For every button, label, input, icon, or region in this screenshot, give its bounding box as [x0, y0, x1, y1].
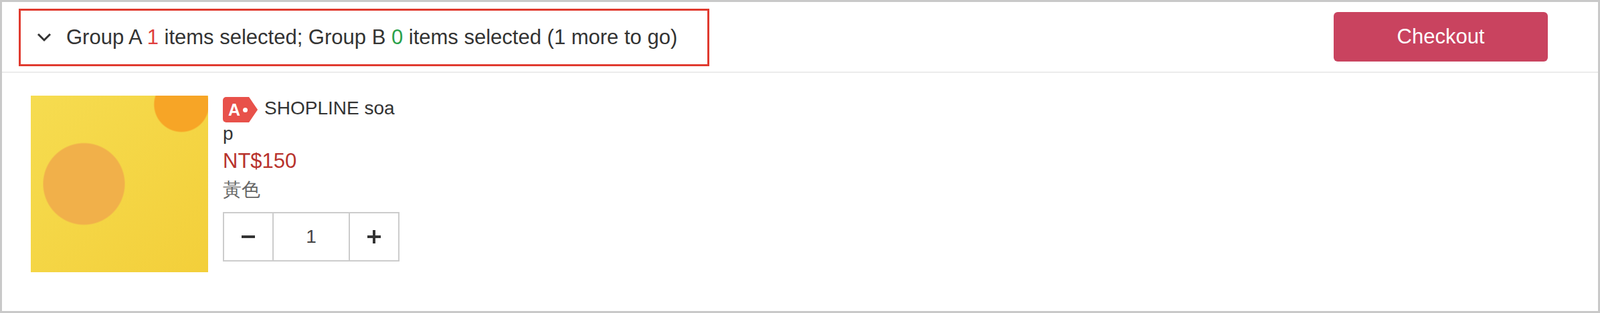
tag-dot	[242, 107, 248, 113]
group-summary[interactable]: Group A 1 items selected; Group B 0 item…	[18, 8, 710, 67]
minus-icon	[240, 228, 257, 245]
item-price: NT$150	[222, 149, 404, 174]
summary-segment: items selected (1 more to go)	[402, 25, 678, 49]
quantity-input[interactable]: 1	[272, 213, 350, 261]
group-tag: A	[222, 97, 258, 123]
decrease-button[interactable]	[224, 213, 273, 261]
increase-button[interactable]	[349, 213, 399, 261]
item-name-line: ASHOPLINE soap	[222, 97, 404, 146]
plus-icon	[366, 228, 383, 245]
chevron-down-icon	[35, 28, 53, 47]
summary-segment: 1	[147, 25, 159, 49]
quantity-stepper: 1	[222, 212, 400, 262]
tag-label: A	[228, 99, 241, 120]
checkout-button[interactable]: Checkout	[1333, 12, 1548, 62]
summary-text: Group A 1 items selected; Group B 0 item…	[66, 25, 678, 50]
item-variant: 黃色	[222, 177, 404, 203]
summary-segment: items selected; Group B	[158, 25, 392, 49]
cart-item: ASHOPLINE soap NT$150 黃色 1	[2, 72, 1598, 273]
summary-segment: Group A	[66, 25, 148, 49]
product-photo	[30, 95, 209, 273]
cart-header: Group A 1 items selected; Group B 0 item…	[2, 2, 1598, 73]
summary-segment: 0	[391, 25, 403, 49]
item-info: ASHOPLINE soap NT$150 黃色 1	[222, 95, 404, 273]
cart-panel: Group A 1 items selected; Group B 0 item…	[0, 0, 1600, 313]
